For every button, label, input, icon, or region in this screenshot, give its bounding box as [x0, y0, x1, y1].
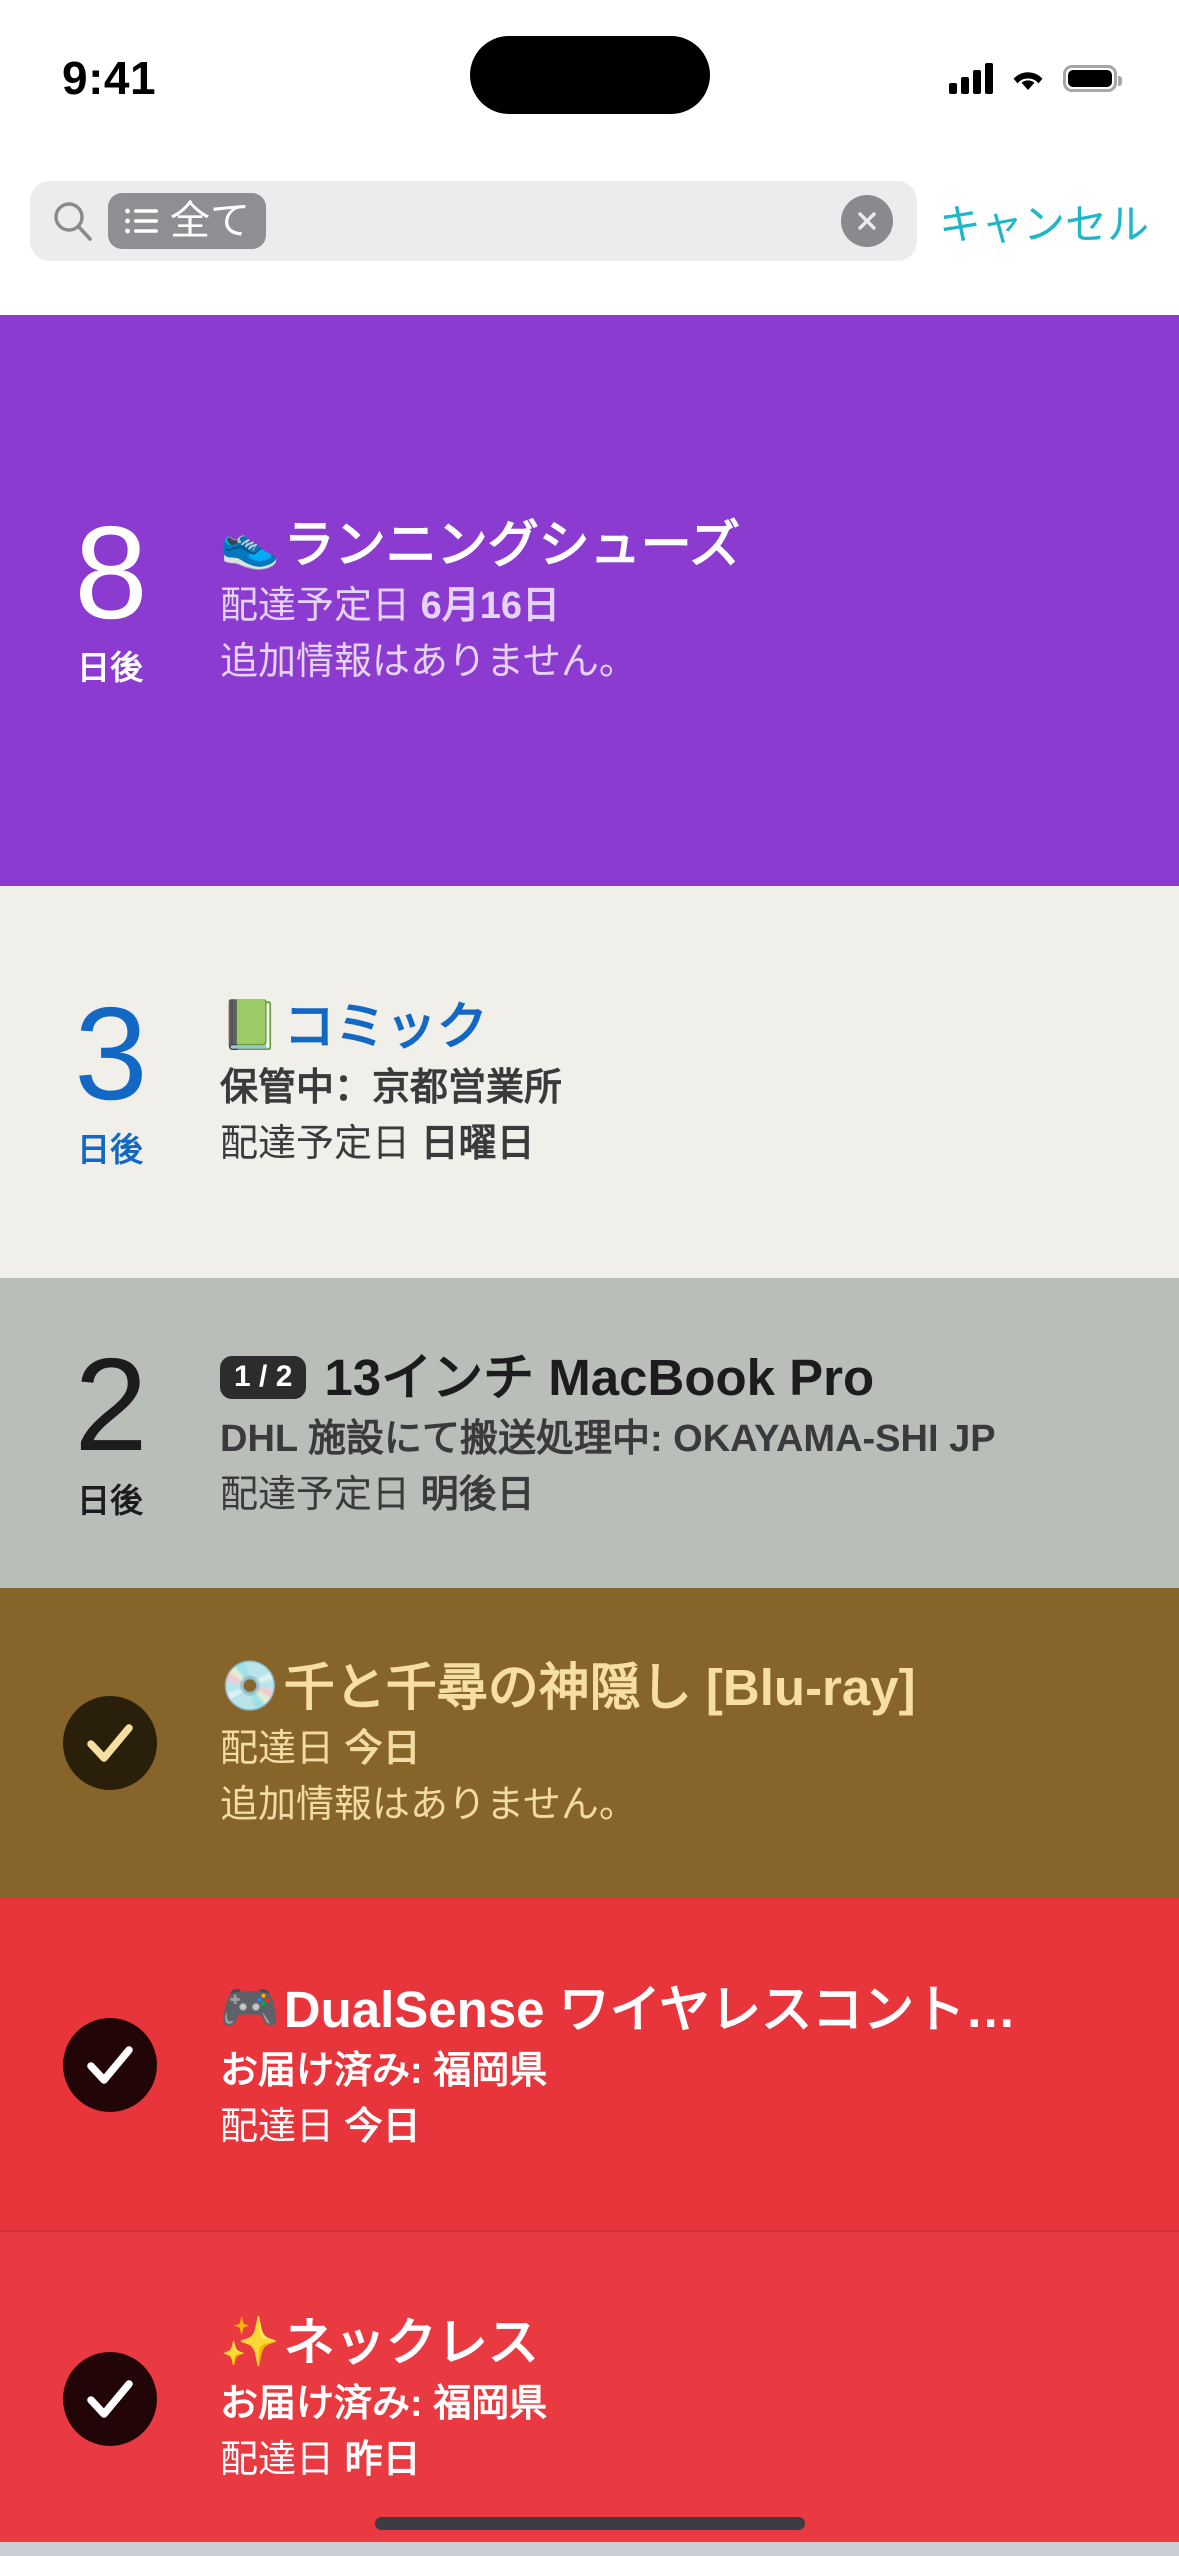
package-eta-label: 配達予定日 [220, 585, 411, 628]
package-title: ✨ ネックレス [220, 2314, 1149, 2371]
phone-screen: 9:41 全て キャンセル 8 日後 👟 ランニングシューズ 配達予定日 6月1… [0, 0, 1179, 2556]
package-eta: 配達予定日 明後日 [220, 1474, 1149, 1518]
package-row-indicator: 8 日後 [0, 315, 220, 886]
package-eta: 配達予定日 日曜日 [220, 1123, 1149, 1167]
home-indicator [374, 2517, 805, 2530]
package-title: 1 / 2 13インチ MacBook Pro [220, 1349, 1149, 1406]
package-eta: 配達予定日 6月16日 [220, 585, 1149, 629]
clear-icon[interactable] [840, 195, 893, 247]
package-row-indicator [0, 1588, 220, 1898]
days-remaining-unit: 日後 [77, 649, 143, 687]
days-remaining-number: 8 [74, 498, 147, 646]
package-status: 保管中：京都営業所 [220, 1066, 563, 1109]
package-count-badge: 1 / 2 [220, 1356, 307, 1399]
status-bar-indicators [949, 62, 1122, 94]
package-title-text: 13インチ MacBook Pro [324, 1348, 875, 1406]
package-eta-value: 6月16日 [420, 585, 560, 628]
bottom-strip [0, 2542, 1179, 2556]
package-eta-label: 配達予定日 [220, 1473, 411, 1516]
package-row-body: ✨ ネックレス お届け済み: 福岡県 配達日 昨日 [220, 2232, 1179, 2556]
package-emoji-icon: 💿 [220, 1660, 280, 1714]
delivered-check-icon [63, 1696, 157, 1790]
status-bar-time: 9:41 [62, 52, 157, 104]
days-remaining-number: 3 [74, 980, 147, 1128]
package-title-text: ランニングシューズ [283, 516, 741, 574]
package-row-indicator: 2 日後 [0, 1278, 220, 1588]
package-eta: 配達日 昨日 [220, 2439, 1149, 2483]
search-bar: 全て キャンセル [0, 176, 1179, 266]
package-eta-label: 配達日 [220, 2439, 335, 2482]
package-list: 8 日後 👟 ランニングシューズ 配達予定日 6月16日 追加情報はありません。 3 日後 📗 コ… [0, 315, 1179, 2556]
package-status: DHL 施設にて搬送処理中: OKAYAMA-SHI JP [220, 1417, 996, 1460]
package-row[interactable]: 8 日後 👟 ランニングシューズ 配達予定日 6月16日 追加情報はありません。 [0, 315, 1179, 886]
package-eta-value: 今日 [344, 1727, 421, 1770]
wifi-icon [1009, 63, 1047, 93]
package-row[interactable]: 🎮 DualSense ワイヤレスコント… お届け済み: 福岡県 配達日 今日 [0, 1898, 1179, 2232]
package-emoji-icon: 📗 [220, 999, 280, 1053]
package-row-indicator [0, 2232, 220, 2556]
package-eta-label: 配達予定日 [220, 1122, 411, 1165]
package-row-body: 📗 コミック 保管中：京都営業所 配達予定日 日曜日 [220, 886, 1179, 1278]
package-note: 追加情報はありません。 [220, 1783, 637, 1826]
package-eta-value: 今日 [344, 2105, 421, 2148]
delivered-check-icon [63, 2351, 157, 2446]
search-icon [52, 200, 94, 242]
package-eta-value: 日曜日 [420, 1122, 535, 1165]
package-row-body: 👟 ランニングシューズ 配達予定日 6月16日 追加情報はありません。 [220, 315, 1179, 886]
search-filter-token[interactable]: 全て [108, 193, 266, 249]
package-note: 追加情報はありません。 [220, 641, 637, 684]
package-row-body: 💿 千と千尋の神隠し [Blu-ray] 配達日 今日 追加情報はありません。 [220, 1588, 1179, 1898]
package-eta-value: 昨日 [344, 2439, 421, 2482]
package-row[interactable]: 💿 千と千尋の神隠し [Blu-ray] 配達日 今日 追加情報はありません。 [0, 1588, 1179, 1898]
cellular-signal-icon [949, 62, 993, 94]
package-eta-label: 配達日 [220, 2105, 335, 2148]
package-row[interactable]: 2 日後 1 / 2 13インチ MacBook Pro DHL 施設にて搬送処理中: … [0, 1278, 1179, 1588]
package-eta: 配達日 今日 [220, 2106, 1149, 2150]
cancel-button[interactable]: キャンセル [935, 191, 1149, 252]
search-filter-token-label: 全て [170, 199, 250, 243]
delivered-check-icon [63, 2018, 157, 2112]
package-title-text: ネックレス [283, 2314, 539, 2372]
package-row-indicator [0, 1898, 220, 2232]
dynamic-island [469, 36, 710, 114]
status-bar: 9:41 [0, 0, 1179, 132]
package-row-body: 🎮 DualSense ワイヤレスコント… お届け済み: 福岡県 配達日 今日 [220, 1898, 1179, 2232]
package-row[interactable]: ✨ ネックレス お届け済み: 福岡県 配達日 昨日 [0, 2232, 1179, 2556]
days-remaining-unit: 日後 [77, 1481, 143, 1519]
days-remaining-number: 2 [74, 1331, 147, 1479]
package-title: 🎮 DualSense ワイヤレスコント… [220, 1981, 1149, 2038]
package-status: お届け済み: 福岡県 [220, 2383, 548, 2426]
package-eta: 配達日 今日 [220, 1728, 1149, 1772]
package-title: 📗 コミック [220, 998, 1149, 1055]
package-emoji-icon: ✨ [220, 2315, 280, 2369]
package-title: 💿 千と千尋の神隠し [Blu-ray] [220, 1659, 1149, 1716]
list-bullet-icon [124, 206, 158, 236]
package-emoji-icon: 🎮 [220, 1982, 280, 2036]
package-row-indicator: 3 日後 [0, 886, 220, 1278]
package-title-text: コミック [283, 997, 488, 1055]
package-title: 👟 ランニングシューズ [220, 516, 1149, 573]
package-status: お届け済み: 福岡県 [220, 2049, 548, 2092]
search-input[interactable]: 全て [30, 181, 917, 261]
package-row[interactable]: 3 日後 📗 コミック 保管中：京都営業所 配達予定日 日曜日 [0, 886, 1179, 1278]
package-row-body: 1 / 2 13インチ MacBook Pro DHL 施設にて搬送処理中: OKA… [220, 1278, 1179, 1588]
battery-icon [1063, 64, 1122, 92]
package-eta-label: 配達日 [220, 1727, 335, 1770]
package-emoji-icon: 👟 [220, 517, 280, 571]
package-eta-value: 明後日 [420, 1473, 535, 1516]
package-title-text: DualSense ワイヤレスコント… [283, 1980, 1017, 2038]
days-remaining-unit: 日後 [77, 1130, 143, 1168]
package-title-text: 千と千尋の神隠し [Blu-ray] [283, 1658, 916, 1716]
